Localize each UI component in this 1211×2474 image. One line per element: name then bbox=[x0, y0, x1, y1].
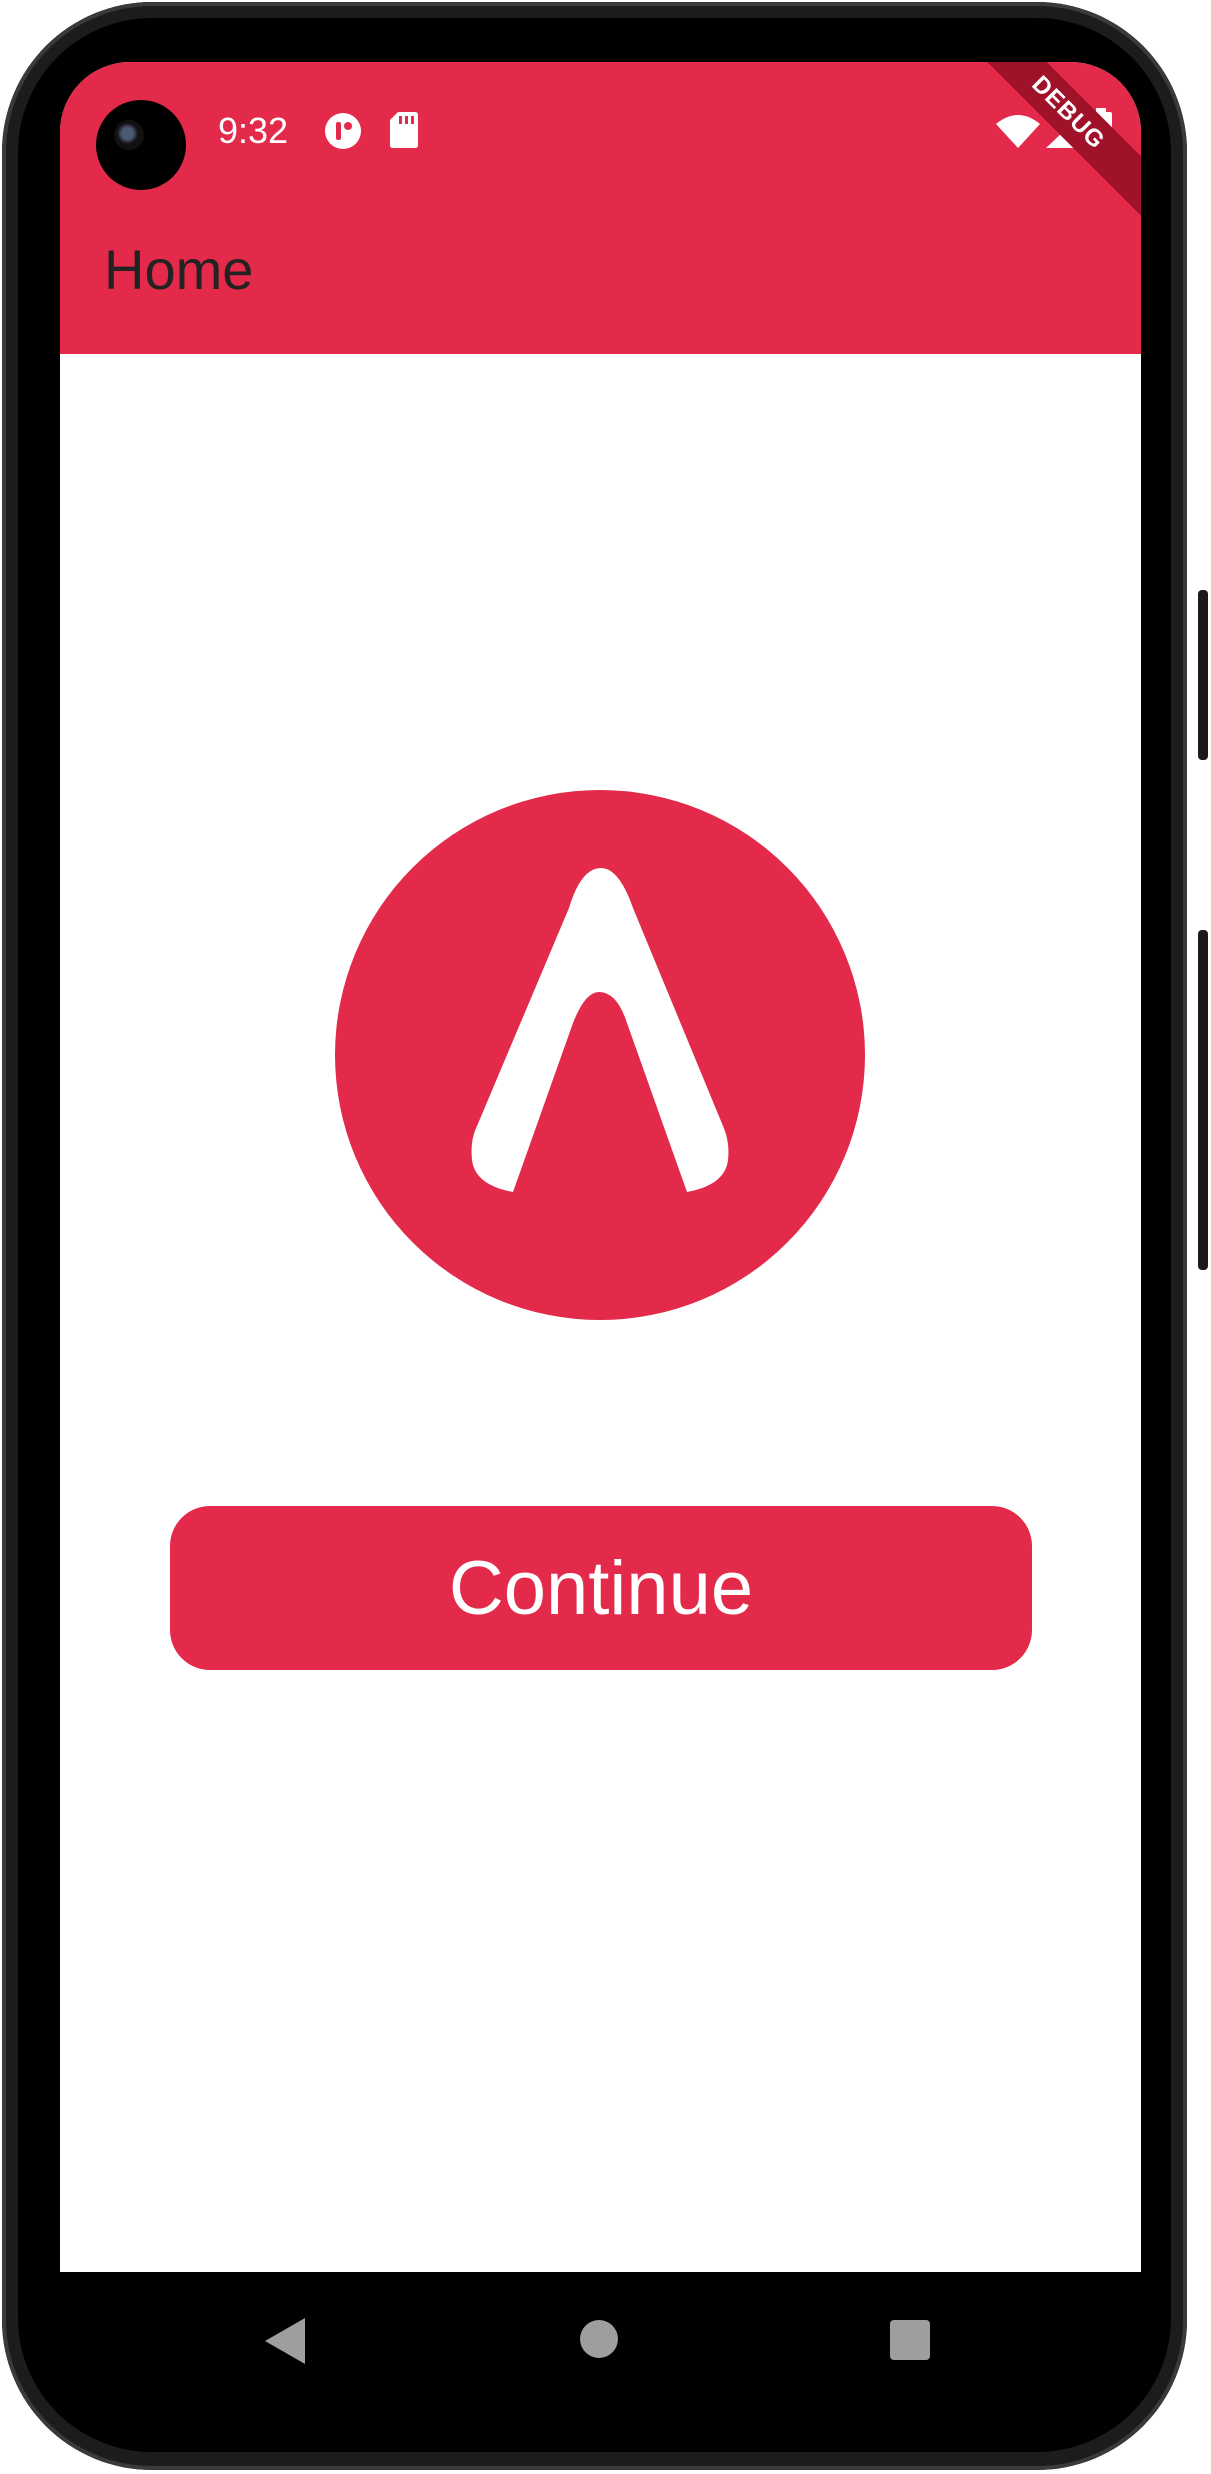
brand-logo-icon bbox=[335, 790, 865, 1320]
page-title: Home bbox=[104, 238, 254, 301]
navigation-bar bbox=[60, 2272, 1141, 2402]
app-notification-icon bbox=[324, 112, 362, 155]
back-icon[interactable] bbox=[265, 2318, 305, 2369]
volume-button bbox=[1198, 590, 1208, 760]
wifi-icon bbox=[996, 114, 1040, 153]
status-bar: 9:32 DEBUG bbox=[60, 62, 1141, 217]
continue-button[interactable]: Continue bbox=[170, 1506, 1032, 1670]
home-icon[interactable] bbox=[580, 2320, 618, 2358]
phone-frame: 9:32 DEBUG Home Continue bbox=[0, 0, 1211, 2474]
power-button bbox=[1198, 930, 1208, 1270]
front-camera bbox=[96, 100, 186, 190]
recents-icon[interactable] bbox=[890, 2320, 930, 2360]
app-bar: 9:32 DEBUG Home bbox=[60, 62, 1141, 354]
sd-card-icon bbox=[390, 112, 418, 153]
status-time: 9:32 bbox=[218, 110, 289, 151]
app-screen: 9:32 DEBUG Home Continue bbox=[60, 62, 1141, 2272]
